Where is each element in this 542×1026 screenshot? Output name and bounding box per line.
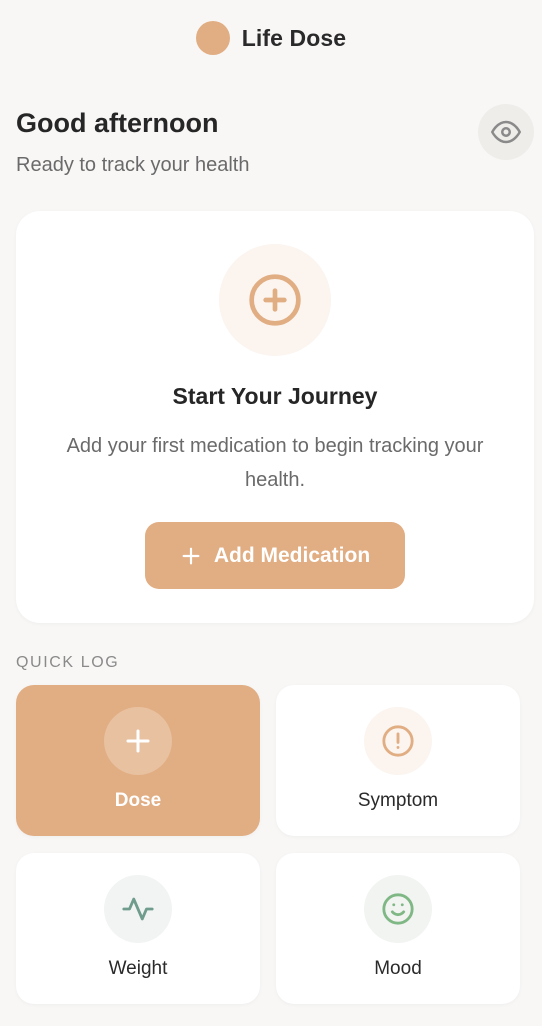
app-header: Life Dose: [0, 20, 542, 56]
quick-log-label: Symptom: [357, 790, 439, 811]
activity-icon: [122, 897, 154, 921]
privacy-toggle-button[interactable]: [478, 104, 534, 160]
journey-icon-wrapper: [219, 244, 331, 356]
alert-circle-icon: [382, 725, 414, 757]
quick-log-mood[interactable]: Mood: [276, 853, 520, 1004]
app-logo-icon: [195, 21, 230, 55]
plus-circle-icon: [249, 274, 301, 326]
journey-description: Add your first medication to begin track…: [66, 435, 484, 491]
smile-icon: [382, 893, 414, 925]
plus-icon: [126, 729, 150, 753]
mood-icon-wrapper: [364, 875, 432, 943]
plus-icon: [182, 547, 200, 564]
quick-log-label: Dose: [114, 790, 162, 811]
quick-log-weight[interactable]: Weight: [16, 853, 260, 1004]
start-journey-card: Start Your Journey Add your first medica…: [16, 211, 534, 623]
greeting-subtitle: Ready to track your health: [16, 154, 250, 176]
add-medication-label: Add Medication: [213, 543, 371, 567]
app-title: Life Dose: [241, 24, 347, 51]
quick-log-label: Weight: [108, 958, 168, 979]
quick-log-dose[interactable]: Dose: [16, 685, 260, 836]
eye-icon: [491, 120, 521, 144]
symptom-icon-wrapper: [364, 707, 432, 775]
dose-icon-wrapper: [104, 707, 172, 775]
quick-log-symptom[interactable]: Symptom: [276, 685, 520, 836]
greeting-title: Good afternoon: [16, 108, 219, 138]
quick-log-label: Mood: [374, 958, 422, 979]
weight-icon-wrapper: [104, 875, 172, 943]
add-medication-button[interactable]: Add Medication: [145, 522, 405, 589]
quick-log-heading: QUICK LOG: [16, 654, 120, 671]
journey-title: Start Your Journey: [172, 383, 378, 409]
